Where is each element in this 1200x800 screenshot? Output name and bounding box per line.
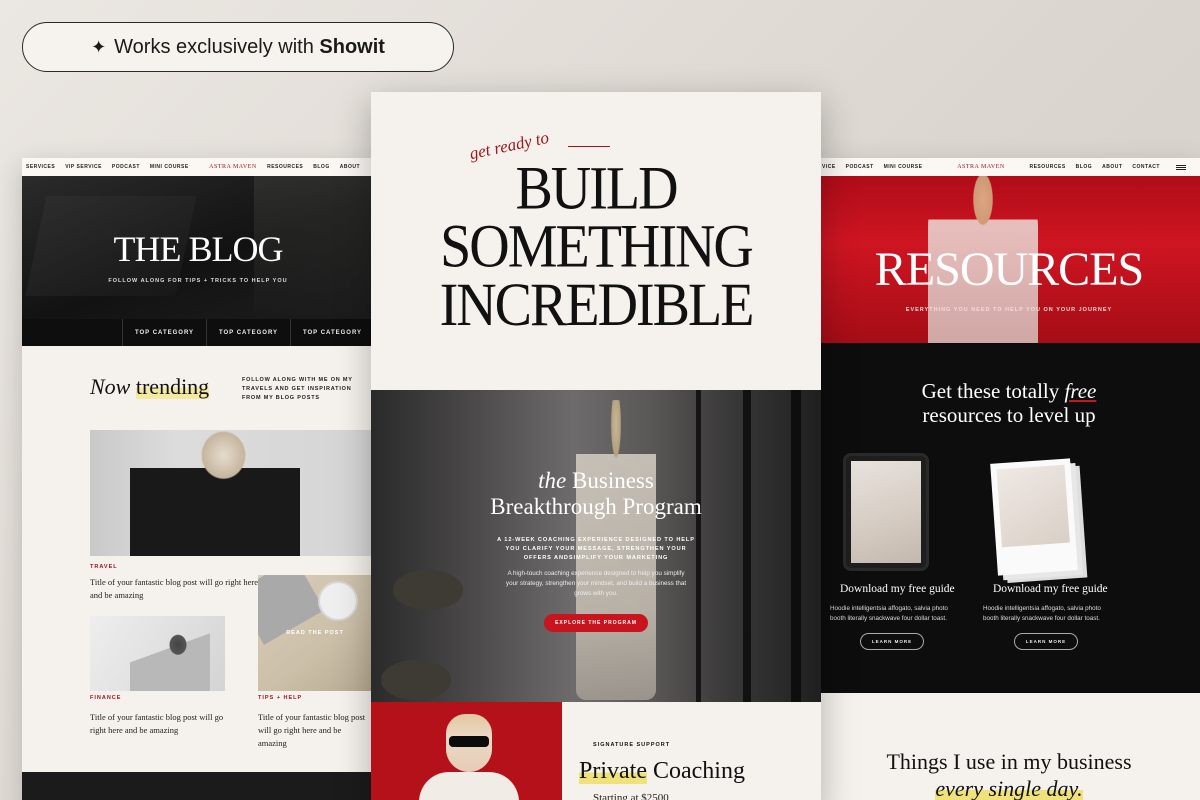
trending-note: FOLLOW ALONG WITH ME ON MY TRAVELS AND G…	[242, 377, 353, 401]
tablet-screen-photo	[851, 461, 921, 563]
private-coaching-heading: Private Coaching	[579, 758, 745, 785]
blog-post-image[interactable]	[90, 430, 372, 556]
polaroid-photo	[996, 464, 1070, 548]
starting-price: Starting at $2500	[593, 792, 669, 800]
site-logo[interactable]: ASTRA MAVEN	[209, 164, 257, 170]
photo-chair	[381, 660, 451, 700]
nav-link-vip[interactable]: VIP SERVICE	[65, 164, 102, 170]
showit-badge: ✦ Works exclusively with Showit	[22, 22, 454, 72]
heading-part: Get these totally	[921, 379, 1065, 403]
headline: BUILD SOMETHING INCREDIBLE	[371, 154, 821, 340]
headline-line: INCREDIBLE	[439, 271, 755, 340]
post-tag[interactable]: TRAVEL	[90, 564, 118, 570]
guide-title: Download my free guide	[993, 583, 1108, 595]
program-line2: Breakthrough Program	[490, 494, 702, 519]
nav-link-mini-course[interactable]: MINI COURSE	[150, 164, 189, 170]
photo-window-frame	[696, 390, 701, 702]
tablet-mockup	[843, 453, 929, 571]
things-line2: every single day.	[935, 776, 1083, 800]
nav-link-contact[interactable]: CONTACT	[1132, 164, 1160, 170]
home-page-preview: get ready to BUILD SOMETHING INCREDIBLE …	[371, 92, 821, 800]
resources-hero-title: RESOURCES	[874, 243, 1144, 296]
sparkle-icon: ✦	[91, 36, 107, 57]
headline-line: BUILD	[515, 154, 678, 223]
trending-italic: Now	[90, 374, 131, 399]
menu-icon[interactable]	[1175, 164, 1186, 170]
blog-post-image[interactable]: READ THE POST	[258, 575, 372, 691]
photo-blazer	[419, 772, 519, 800]
post-title[interactable]: Title of your fantastic blog post will g…	[90, 576, 260, 602]
nav-link-services[interactable]: SERVICES	[26, 164, 55, 170]
blog-hero-title: THE BLOG	[113, 229, 284, 269]
photo-earbuds	[318, 581, 358, 621]
photo-figure	[130, 430, 300, 556]
guide-description: Hoodie intelligentsia affogato, salvia p…	[983, 605, 1101, 622]
photo-stack-mockup	[990, 458, 1078, 576]
post-title[interactable]: Title of your fantastic blog post will g…	[258, 711, 370, 750]
blog-nav: SERVICES VIP SERVICE PODCAST MINI COURSE…	[22, 158, 374, 176]
heading-italic: free	[1064, 379, 1097, 403]
blog-hero-subtitle: FOLLOW ALONG FOR TIPS + TRICKS TO HELP Y…	[108, 278, 288, 284]
photo-chair	[393, 570, 463, 610]
nav-link-about[interactable]: ABOUT	[340, 164, 360, 170]
post-tag[interactable]: FINANCE	[90, 695, 121, 701]
resources-hero: RESOURCES EVERYTHING YOU NEED TO HELP YO…	[818, 176, 1200, 343]
photo-window-frame	[791, 390, 801, 702]
nav-link-resources[interactable]: RESOURCES	[267, 164, 303, 170]
signature-label: SIGNATURE SUPPORT	[593, 742, 671, 748]
category-bar: TOP CATEGORY TOP CATEGORY TOP CATEGORY	[22, 319, 374, 346]
private-highlight: Private	[579, 758, 647, 784]
explore-program-button[interactable]: EXPLORE THE PROGRAM	[544, 614, 648, 632]
headline-line: SOMETHING	[440, 212, 754, 281]
category-link[interactable]: TOP CATEGORY	[290, 319, 374, 346]
nav-link-podcast[interactable]: PODCAST	[112, 164, 140, 170]
program-body: A high-touch coaching experience designe…	[505, 570, 687, 597]
resources-nav: VICE PODCAST MINI COURSE ASTRA MAVEN RES…	[818, 158, 1200, 176]
nav-link-about[interactable]: ABOUT	[1102, 164, 1122, 170]
nav-link-blog[interactable]: BLOG	[1076, 164, 1092, 170]
learn-more-button[interactable]: LEARN MORE	[1014, 633, 1078, 650]
blog-page-preview: SERVICES VIP SERVICE PODCAST MINI COURSE…	[22, 158, 374, 800]
photo-sunglasses	[449, 736, 489, 747]
private-rest: Coaching	[646, 758, 745, 784]
things-heading: Things I use in my business every single…	[818, 748, 1200, 800]
badge-brand: Showit	[319, 35, 385, 58]
nav-link-mini-course[interactable]: MINI COURSE	[884, 164, 923, 170]
learn-more-button[interactable]: LEARN MORE	[860, 633, 924, 650]
free-resources-heading: Get these totally free resources to leve…	[818, 379, 1200, 427]
resources-page-preview: VICE PODCAST MINI COURSE ASTRA MAVEN RES…	[818, 158, 1200, 800]
guide-description: Hoodie intelligentsia affogato, salvia p…	[830, 605, 948, 622]
resources-hero-subtitle: EVERYTHING YOU NEED TO HELP YOU ON YOUR …	[905, 307, 1113, 313]
nav-link-services[interactable]: VICE	[822, 164, 836, 170]
trending-word: trending	[135, 374, 210, 399]
read-post-overlay[interactable]: READ THE POST	[258, 630, 372, 636]
blog-hero: THE BLOG FOLLOW ALONG FOR TIPS + TRICKS …	[22, 176, 374, 319]
blog-post-image[interactable]	[90, 616, 225, 691]
script-rule	[568, 146, 610, 147]
category-link[interactable]: TOP CATEGORY	[206, 319, 290, 346]
nav-link-podcast[interactable]: PODCAST	[846, 164, 874, 170]
guide-title: Download my free guide	[840, 583, 955, 595]
now-trending-heading: Now trending	[90, 374, 210, 400]
blog-footer	[22, 772, 374, 800]
things-line1: Things I use in my business	[886, 749, 1132, 774]
heading-line2: resources to level up	[922, 403, 1096, 427]
nav-link-blog[interactable]: BLOG	[313, 164, 329, 170]
program-caps: A 12-WEEK COACHING EXPERIENCE DESIGNED T…	[497, 537, 695, 561]
site-logo[interactable]: ASTRA MAVEN	[957, 164, 1005, 170]
program-italic: the	[538, 468, 567, 493]
post-title[interactable]: Title of your fantastic blog post will g…	[90, 711, 230, 737]
program-line1: Business	[572, 468, 654, 493]
coaching-photo	[371, 702, 562, 800]
post-tag[interactable]: TIPS + HELP	[258, 695, 302, 701]
photo-window-frame	[743, 390, 751, 702]
program-title: the Business Breakthrough Program	[371, 468, 821, 520]
nav-link-resources[interactable]: RESOURCES	[1029, 164, 1065, 170]
category-link[interactable]: TOP CATEGORY	[122, 319, 206, 346]
photo-figure	[130, 626, 210, 691]
badge-prefix: Works exclusively with	[114, 35, 320, 58]
program-section: the Business Breakthrough Program A 12-W…	[371, 390, 821, 702]
